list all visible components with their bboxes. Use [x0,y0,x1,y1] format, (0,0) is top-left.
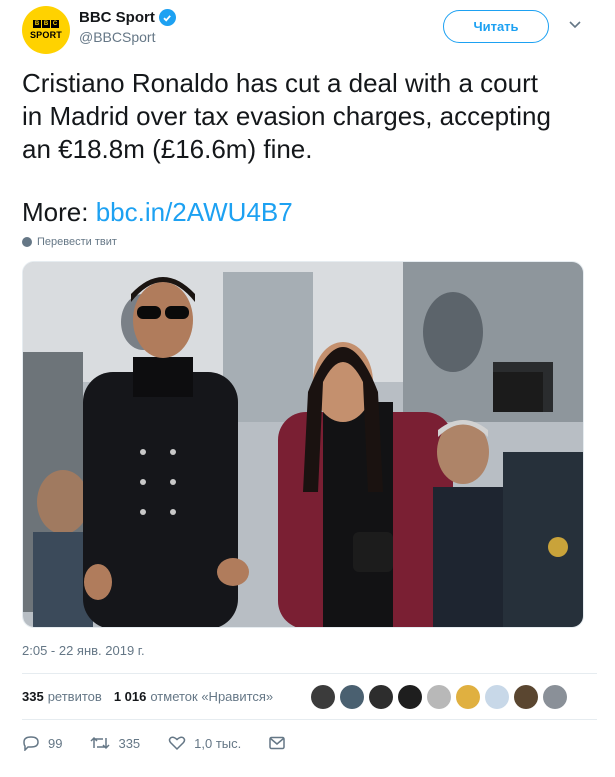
logo-block-b1: B [33,20,41,28]
retweets-label: ретвитов [47,688,102,704]
more-line: More: bbc.in/2AWU4B7 [22,196,293,229]
liker-avatars [311,685,567,709]
reply-icon [23,736,39,751]
account-handle[interactable]: @BBCSport [79,29,176,45]
bbc-logo-blocks: B B C [33,20,59,28]
like-count: 1,0 тыс. [194,735,242,751]
divider [22,719,597,720]
liker-avatar[interactable] [514,685,538,709]
reply-action[interactable]: 99 [22,735,62,751]
liker-avatar[interactable] [427,685,451,709]
tweet-actions: 99 335 1,0 тыс. [22,733,313,753]
retweet-action[interactable]: 335 [90,735,140,751]
tweet-text-line: an €18.8m (£16.6m) fine. [22,134,313,164]
tweet-photo[interactable] [22,261,584,628]
logo-block-c: C [51,20,59,28]
logo-block-b2: B [42,20,50,28]
tweet-stats: 335 ретвитов 1 016 отметок «Нравится» [22,684,285,708]
like-action[interactable]: 1,0 тыс. [168,735,241,751]
retweets-count: 335 [22,688,44,704]
heart-icon [168,736,186,751]
message-action[interactable] [269,736,286,750]
translate-label: Перевести твит [37,236,117,248]
tweet-text: Cristiano Ronaldo has cut a deal with a … [22,67,597,166]
display-name[interactable]: BBC Sport [79,9,155,26]
divider [22,673,597,674]
reply-count: 99 [48,735,63,751]
likes-stat[interactable]: 1 016 отметок «Нравится» [114,689,273,704]
chevron-down-icon[interactable] [568,20,582,30]
tweet-text-line: in Madrid over tax evasion charges, acce… [22,101,551,131]
article-link[interactable]: bbc.in/2AWU4B7 [96,197,293,227]
liker-avatar[interactable] [485,685,509,709]
retweet-icon [90,736,110,750]
tweet-text-line: Cristiano Ronaldo has cut a deal with a … [22,68,538,98]
photo-image [23,262,583,627]
more-prefix: More: [22,197,96,227]
retweets-stat[interactable]: 335 ретвитов [22,689,102,704]
liker-avatar[interactable] [543,685,567,709]
liker-avatar[interactable] [311,685,335,709]
likes-label: отметок «Нравится» [150,688,274,704]
account-avatar[interactable]: B B C SPORT [22,6,70,54]
liker-avatar[interactable] [369,685,393,709]
liker-avatar[interactable] [398,685,422,709]
globe-icon [22,237,32,247]
tweet-header: B B C SPORT BBC Sport @BBCSport Читать [22,6,597,56]
translate-tweet[interactable]: Перевести твит [22,236,117,248]
logo-sport-word: SPORT [29,30,62,40]
account-name-block[interactable]: BBC Sport @BBCSport [79,9,176,45]
liker-avatar[interactable] [340,685,364,709]
retweet-count: 335 [118,735,141,751]
verified-badge-icon [158,9,176,26]
liker-avatar[interactable] [456,685,480,709]
envelope-icon [269,736,286,750]
likes-count: 1 016 [113,688,147,704]
tweet-timestamp[interactable]: 2:05 - 22 янв. 2019 г. [22,643,145,658]
follow-button[interactable]: Читать [443,10,549,43]
